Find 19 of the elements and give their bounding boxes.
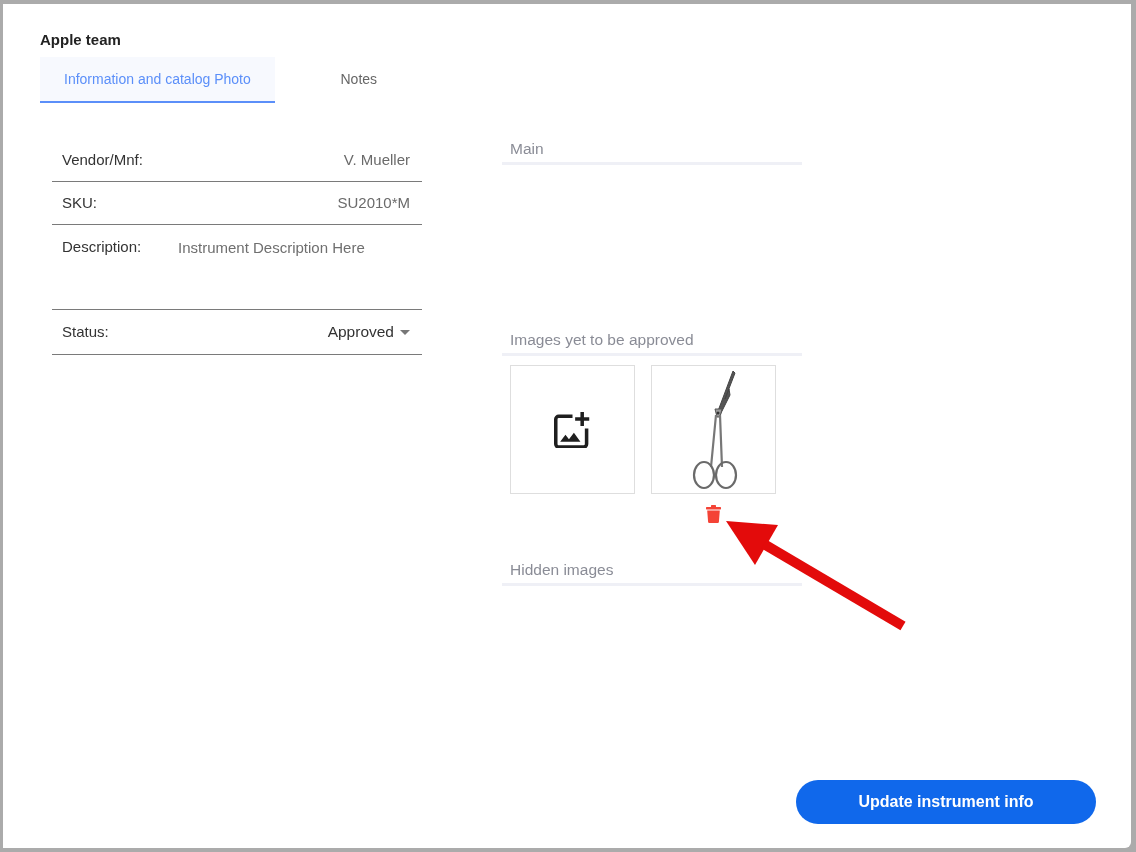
field-label: SKU: xyxy=(62,193,97,213)
section-title: Main xyxy=(510,139,544,159)
tab[interactable]: Notes xyxy=(274,57,443,103)
trash-icon[interactable] xyxy=(706,505,721,523)
field-label: Vendor/Mnf: xyxy=(62,150,143,170)
field-label: Status: xyxy=(62,322,109,342)
section-title: Images yet to be approved xyxy=(510,330,694,350)
field-label: Description: xyxy=(62,237,143,257)
text-field[interactable]: SU2010*M xyxy=(97,193,410,213)
update-button[interactable]: Update instrument info xyxy=(796,780,1096,824)
caret-icon xyxy=(400,329,410,335)
dialog-title: Apple team xyxy=(40,30,121,50)
text-field[interactable]: V. Mueller xyxy=(142,150,410,170)
description-field[interactable]: Instrument Description Here xyxy=(178,238,410,258)
status-select[interactable]: Approved xyxy=(327,322,410,342)
add-image-icon xyxy=(554,411,591,448)
add-image-button[interactable] xyxy=(510,365,635,494)
tab[interactable]: Information and catalog Photo xyxy=(40,57,275,103)
section-title: Hidden images xyxy=(510,560,614,580)
